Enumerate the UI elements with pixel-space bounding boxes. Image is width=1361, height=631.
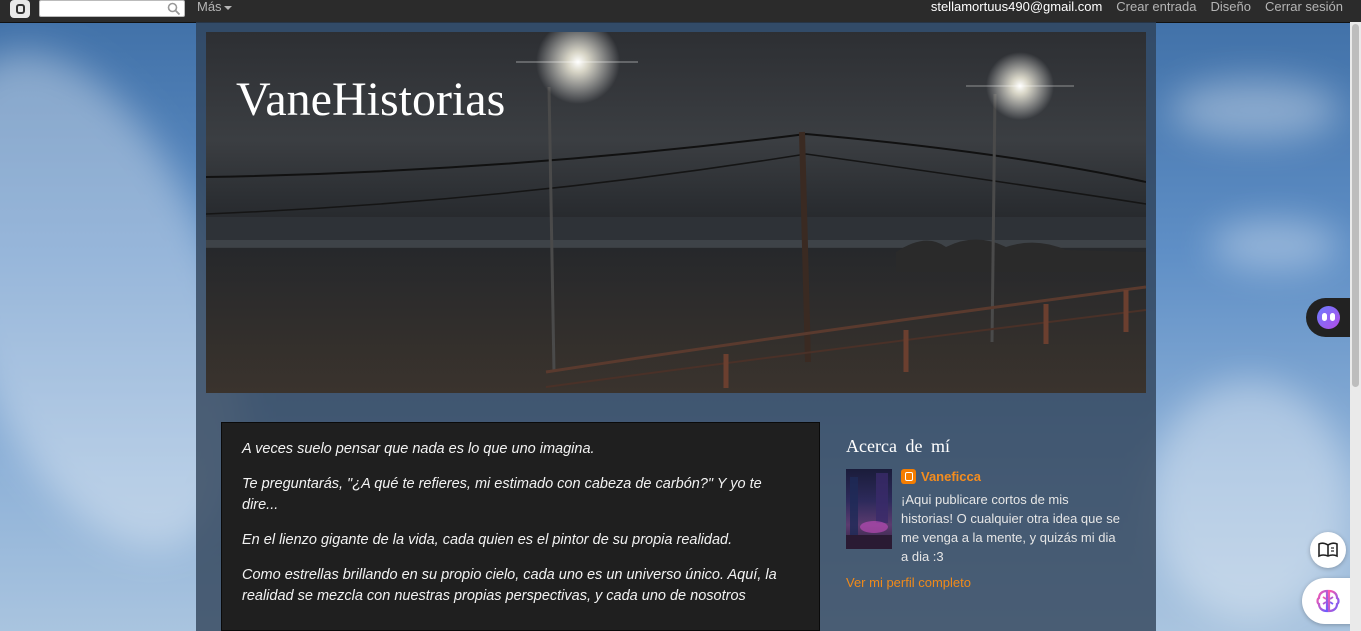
post-paragraph: Como estrellas brillando en su propio ci…	[242, 567, 777, 604]
more-menu[interactable]: Más	[197, 0, 232, 14]
view-full-profile-link[interactable]: Ver mi perfil completo	[846, 575, 1136, 590]
brain-icon	[1316, 589, 1340, 613]
about-title: Acerca de mí	[846, 436, 950, 456]
navbar-search	[39, 0, 185, 18]
profile-description: ¡Aqui publicare cortos de mis historias!…	[901, 492, 1120, 564]
post-body: A veces suelo pensar que nada es lo que …	[221, 422, 820, 631]
blogger-icon[interactable]	[10, 0, 30, 18]
assistant-face-icon	[1317, 306, 1340, 329]
sky-cloud	[1210, 220, 1340, 270]
create-post-link[interactable]: Crear entrada	[1116, 0, 1196, 14]
post-paragraph: Te preguntarás, "¿A qué te refieres, mi …	[242, 476, 762, 513]
search-icon[interactable]	[167, 2, 181, 16]
page-scrollbar[interactable]	[1350, 22, 1361, 631]
blogger-icon	[901, 469, 916, 484]
blog-title[interactable]: VaneHistorias	[236, 72, 505, 127]
profile-name-row: Vaneficca	[901, 469, 1121, 484]
sky-cloud	[1170, 80, 1340, 140]
sidebar-about: Acerca de mí Vaneficca ¡Aqui publicare c…	[846, 432, 1136, 590]
chevron-down-icon	[223, 5, 232, 10]
post-paragraph: A veces suelo pensar que nada es lo que …	[242, 441, 595, 457]
sign-out-link[interactable]: Cerrar sesión	[1265, 0, 1343, 14]
avatar-image	[846, 473, 892, 549]
brain-button[interactable]	[1302, 578, 1354, 624]
book-open-icon	[1318, 542, 1338, 558]
profile-text: Vaneficca ¡Aqui publicare cortos de mis …	[901, 469, 1121, 566]
more-menu-label: Más	[197, 0, 222, 14]
header-image: VaneHistorias	[206, 32, 1146, 393]
profile-name-link[interactable]: Vaneficca	[921, 469, 981, 484]
reader-button[interactable]	[1310, 532, 1346, 568]
blog-wrapper: VaneHistorias A veces suelo pensar que n…	[196, 22, 1156, 631]
account-email: stellamortuus490@gmail.com	[930, 0, 1103, 14]
search-input[interactable]	[40, 2, 164, 18]
avatar[interactable]	[846, 469, 892, 549]
post-paragraph: En el lienzo gigante de la vida, cada qu…	[242, 532, 733, 548]
navbar-account: stellamortuus490@gmail.com Crear entrada…	[931, 0, 1343, 14]
design-link[interactable]: Diseño	[1211, 0, 1251, 14]
scrollbar-thumb[interactable]	[1352, 24, 1359, 387]
profile-block: Vaneficca ¡Aqui publicare cortos de mis …	[846, 469, 1136, 566]
blogger-navbar: Más stellamortuus490@gmail.com Crear ent…	[0, 0, 1361, 23]
